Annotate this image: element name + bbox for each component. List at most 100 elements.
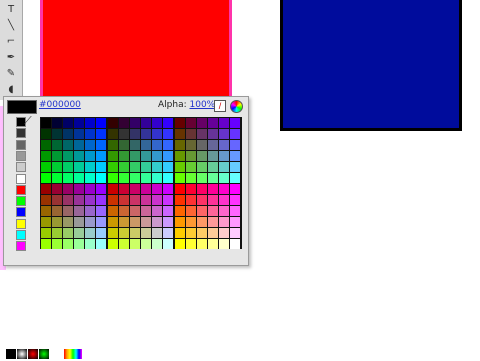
color-cell[interactable] (230, 184, 240, 194)
color-cell[interactable] (119, 129, 129, 139)
web-safe-color-grid[interactable] (40, 117, 242, 249)
color-cell[interactable] (219, 140, 229, 150)
color-cell[interactable] (119, 162, 129, 172)
color-cell[interactable] (41, 239, 51, 249)
line-tool-icon[interactable]: ╲ (3, 18, 19, 32)
color-cell[interactable] (119, 239, 129, 249)
color-cell[interactable] (96, 184, 106, 194)
color-cell[interactable] (74, 118, 84, 128)
color-cell[interactable] (230, 206, 240, 216)
color-cell[interactable] (63, 184, 73, 194)
color-cell[interactable] (163, 118, 173, 128)
color-cell[interactable] (141, 217, 151, 227)
color-cell[interactable] (108, 195, 118, 205)
gradient-swatch[interactable] (17, 349, 27, 359)
color-cell[interactable] (119, 228, 129, 238)
color-cell[interactable] (74, 129, 84, 139)
color-cell[interactable] (52, 173, 62, 183)
color-cell[interactable] (175, 239, 185, 249)
color-cell[interactable] (197, 217, 207, 227)
basic-color-swatch[interactable] (16, 218, 26, 229)
color-cell[interactable] (52, 217, 62, 227)
color-cell[interactable] (41, 129, 51, 139)
gradient-swatch[interactable] (39, 349, 49, 359)
color-cell[interactable] (130, 173, 140, 183)
color-cell[interactable] (74, 217, 84, 227)
color-cell[interactable] (208, 195, 218, 205)
color-cell[interactable] (41, 140, 51, 150)
color-cell[interactable] (74, 140, 84, 150)
color-cell[interactable] (63, 173, 73, 183)
color-cell[interactable] (96, 217, 106, 227)
color-cell[interactable] (63, 228, 73, 238)
color-cell[interactable] (130, 228, 140, 238)
color-cell[interactable] (208, 162, 218, 172)
color-cell[interactable] (152, 151, 162, 161)
color-cell[interactable] (63, 129, 73, 139)
color-cell[interactable] (130, 140, 140, 150)
color-cell[interactable] (96, 162, 106, 172)
alpha-control[interactable]: Alpha: 100% (158, 100, 215, 110)
color-cell[interactable] (96, 239, 106, 249)
color-cell[interactable] (108, 140, 118, 150)
color-cell[interactable] (219, 184, 229, 194)
stage-canvas[interactable]: T ╲ ⌐ ✒ ✎ ◖ #000000 Alpha: 100% / ⟋ (0, 0, 480, 359)
color-cell[interactable] (96, 195, 106, 205)
color-cell[interactable] (208, 173, 218, 183)
color-cell[interactable] (163, 195, 173, 205)
color-cell[interactable] (74, 228, 84, 238)
color-cell[interactable] (63, 239, 73, 249)
color-cell[interactable] (85, 118, 95, 128)
basic-color-swatch[interactable] (16, 139, 26, 150)
color-cell[interactable] (175, 195, 185, 205)
color-cell[interactable] (52, 118, 62, 128)
color-cell[interactable] (152, 162, 162, 172)
color-cell[interactable] (219, 206, 229, 216)
color-cell[interactable] (186, 118, 196, 128)
color-cell[interactable] (108, 118, 118, 128)
color-cell[interactable] (141, 228, 151, 238)
color-cell[interactable] (52, 184, 62, 194)
color-cell[interactable] (163, 140, 173, 150)
color-cell[interactable] (130, 195, 140, 205)
basic-color-swatch[interactable] (16, 162, 26, 173)
color-cell[interactable] (219, 239, 229, 249)
color-cell[interactable] (119, 140, 129, 150)
color-cell[interactable] (141, 151, 151, 161)
color-cell[interactable] (152, 228, 162, 238)
color-cell[interactable] (152, 184, 162, 194)
color-cell[interactable] (219, 129, 229, 139)
color-cell[interactable] (152, 239, 162, 249)
basic-color-swatch[interactable] (16, 173, 26, 184)
color-cell[interactable] (130, 206, 140, 216)
color-cell[interactable] (208, 206, 218, 216)
color-cell[interactable] (108, 217, 118, 227)
color-cell[interactable] (130, 217, 140, 227)
color-cell[interactable] (152, 173, 162, 183)
color-cell[interactable] (163, 228, 173, 238)
color-cell[interactable] (85, 140, 95, 150)
color-cell[interactable] (175, 151, 185, 161)
red-rectangle[interactable] (40, 0, 232, 106)
basic-color-swatch[interactable] (16, 241, 26, 252)
color-cell[interactable] (230, 228, 240, 238)
color-cell[interactable] (197, 118, 207, 128)
color-cell[interactable] (108, 173, 118, 183)
text-tool-icon[interactable]: T (3, 2, 19, 16)
brush-tool-icon[interactable]: ◖ (3, 82, 19, 96)
color-cell[interactable] (96, 129, 106, 139)
color-cell[interactable] (197, 173, 207, 183)
color-cell[interactable] (186, 151, 196, 161)
color-cell[interactable] (208, 239, 218, 249)
color-cell[interactable] (141, 239, 151, 249)
color-cell[interactable] (108, 129, 118, 139)
alpha-value[interactable]: 100% (190, 100, 216, 110)
color-cell[interactable] (186, 195, 196, 205)
basic-color-swatch[interactable] (16, 230, 26, 240)
color-cell[interactable] (175, 118, 185, 128)
color-cell[interactable] (74, 184, 84, 194)
color-cell[interactable] (52, 228, 62, 238)
color-cell[interactable] (197, 228, 207, 238)
color-cell[interactable] (85, 151, 95, 161)
color-cell[interactable] (74, 239, 84, 249)
